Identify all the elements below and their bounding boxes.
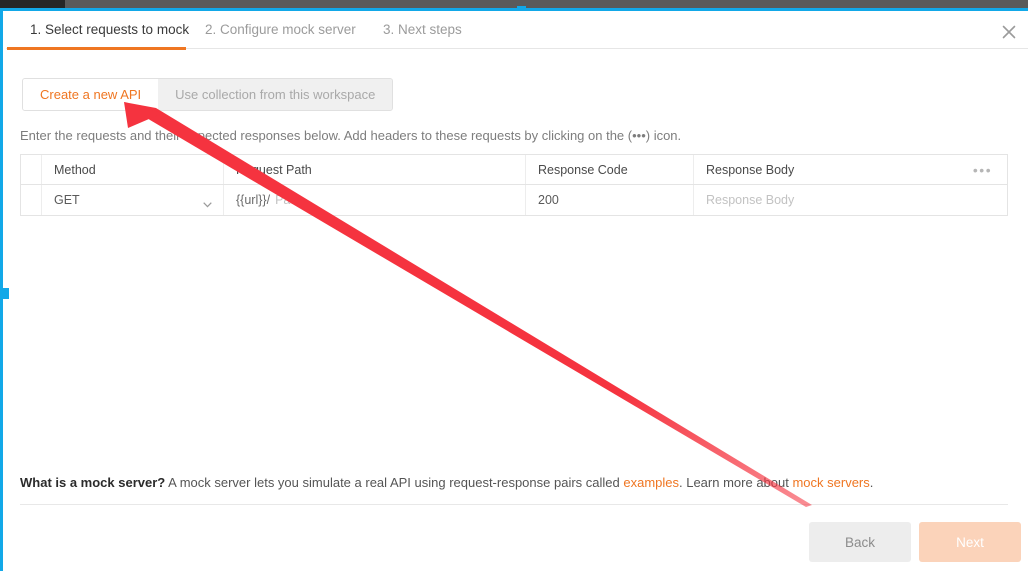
tab-next-steps[interactable]: 3. Next steps [383, 11, 462, 49]
column-header-method: Method [42, 155, 224, 184]
table-row: GET {{url}}/ Path 200 Response Body [21, 185, 1007, 215]
row-actions[interactable] [958, 185, 1007, 215]
mock-servers-link[interactable]: mock servers [792, 475, 869, 490]
info-lead: What is a mock server? [20, 475, 166, 490]
info-text-2: . Learn more about [679, 475, 793, 490]
request-path-input[interactable]: {{url}}/ Path [224, 185, 526, 215]
column-header-response-code: Response Code [526, 155, 694, 184]
close-icon[interactable] [999, 22, 1019, 42]
instructions-text: Enter the requests and their expected re… [20, 128, 682, 143]
column-header-request-path: Request Path [224, 155, 526, 184]
response-code-input[interactable]: 200 [526, 185, 694, 215]
toggle-use-collection[interactable]: Use collection from this workspace [158, 79, 393, 110]
row-gutter [21, 185, 42, 215]
tab-select-requests[interactable]: 1. Select requests to mock [30, 11, 189, 49]
mock-server-info: What is a mock server? A mock server let… [20, 475, 873, 490]
tab-configure-mock-server[interactable]: 2. Configure mock server [205, 11, 356, 49]
mock-server-modal: 1. Select requests to mock 2. Configure … [0, 11, 1028, 571]
requests-table: Method Request Path Response Code Respon… [20, 154, 1008, 216]
toggle-create-new-api[interactable]: Create a new API [23, 79, 159, 110]
footer-divider [20, 504, 1008, 505]
back-button[interactable]: Back [809, 522, 911, 562]
response-body-placeholder: Response Body [706, 193, 795, 207]
info-text-3: . [869, 475, 874, 490]
ellipsis-icon[interactable]: ••• [958, 155, 1007, 184]
table-header-row: Method Request Path Response Code Respon… [21, 155, 1007, 185]
next-button[interactable]: Next [919, 522, 1021, 562]
chevron-down-icon [203, 197, 212, 208]
api-source-toggle: Create a new API Use collection from thi… [22, 78, 394, 111]
info-text-1: A mock server lets you simulate a real A… [165, 475, 624, 490]
header-gutter [21, 155, 42, 184]
response-body-input[interactable]: Response Body [694, 185, 958, 215]
window-chrome-dark-segment [0, 0, 65, 8]
window-chrome-bar [0, 0, 1028, 8]
method-value: GET [54, 193, 80, 207]
wizard-tabbar: 1. Select requests to mock 2. Configure … [6, 11, 1028, 49]
examples-link[interactable]: examples [623, 475, 679, 490]
active-tab-underline [7, 47, 186, 50]
column-header-response-body: Response Body [706, 162, 795, 177]
request-path-prefix: {{url}}/ [236, 193, 271, 207]
request-path-placeholder: Path [275, 193, 301, 207]
method-select[interactable]: GET [42, 185, 224, 215]
left-edge-nub [3, 288, 9, 299]
